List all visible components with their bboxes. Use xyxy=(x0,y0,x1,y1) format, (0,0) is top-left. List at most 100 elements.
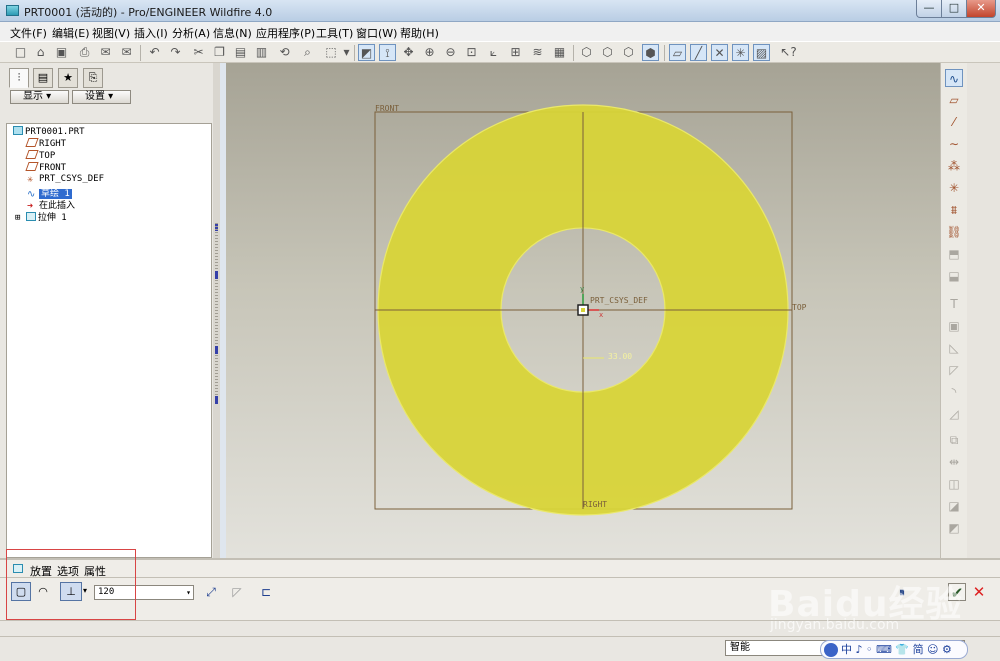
analysis-feature-icon[interactable]: ⩩ xyxy=(945,201,963,219)
warp-tool-icon[interactable]: ◩ xyxy=(945,519,963,537)
find-icon[interactable]: ⌕ xyxy=(299,44,316,61)
redo-icon[interactable]: ↷ xyxy=(167,44,184,61)
csys-toggle-icon[interactable]: ✳ xyxy=(732,44,749,61)
hidden-line-icon[interactable]: ⬡ xyxy=(599,44,616,61)
connections-tab[interactable]: ⎘ xyxy=(83,68,103,88)
rib-tool-icon[interactable]: ◺ xyxy=(945,339,963,357)
datum-axes-toggle-icon[interactable]: ╱ xyxy=(690,44,707,61)
refit-icon[interactable]: ⊡ xyxy=(463,44,480,61)
context-help-icon[interactable]: ↖? xyxy=(780,44,797,61)
new-file-icon[interactable]: □ xyxy=(12,44,29,61)
menu-info[interactable]: 信息(N) xyxy=(213,25,252,41)
shading-icon[interactable]: ⬢ xyxy=(642,44,659,61)
orient-sketch-icon[interactable]: ⟟ xyxy=(379,44,396,61)
csys-tool-icon[interactable]: ✳ xyxy=(945,179,963,197)
csys-y-label: y xyxy=(580,285,585,293)
zoom-out-icon[interactable]: ⊖ xyxy=(442,44,459,61)
expand-icon[interactable]: ⊞ xyxy=(15,213,20,223)
merge-tool-icon[interactable]: ◫ xyxy=(945,475,963,493)
view-manager-icon[interactable]: ▦ xyxy=(551,44,568,61)
selection-dropdown-icon[interactable]: ▾ xyxy=(342,44,351,61)
datum-planes-toggle-icon[interactable]: ▱ xyxy=(669,44,686,61)
reorient-icon[interactable]: ⟀ xyxy=(485,44,502,61)
settings-button[interactable]: 设置 ▾ xyxy=(72,90,131,104)
regenerate-icon[interactable]: ⟲ xyxy=(276,44,293,61)
menu-help[interactable]: 帮助(H) xyxy=(400,25,439,41)
datum-plane-tool-icon[interactable]: ▱ xyxy=(945,91,963,109)
shell-tool-icon[interactable]: ▣ xyxy=(945,317,963,335)
trim-tool-icon[interactable]: ◪ xyxy=(945,497,963,515)
menu-analysis[interactable]: 分析(A) xyxy=(172,25,210,41)
selection-box-icon[interactable]: ⬚ xyxy=(320,44,342,61)
layers-icon[interactable]: ≋ xyxy=(529,44,546,61)
extrude-tool-icon[interactable]: ⬒ xyxy=(945,245,963,263)
round-tool-icon[interactable]: ◝ xyxy=(945,383,963,401)
tree-item-sketch[interactable]: ∿ 草绘 1 xyxy=(27,186,72,200)
revolve-tool-icon[interactable]: ⬓ xyxy=(945,267,963,285)
tree-item-front[interactable]: FRONT xyxy=(25,162,66,174)
datum-axis-tool-icon[interactable]: ⁄ xyxy=(945,113,963,131)
paste-icon[interactable]: ▤ xyxy=(232,44,249,61)
datum-curve-tool-icon[interactable]: ∼ xyxy=(945,135,963,153)
folder-browser-tab[interactable]: ▤ xyxy=(33,68,53,88)
depth-dropdown-icon[interactable]: ▾ xyxy=(186,586,191,599)
paste-special-icon[interactable]: ▥ xyxy=(253,44,270,61)
front-plane-label: FRONT xyxy=(375,104,400,113)
model-tree-tab[interactable]: ⫶ xyxy=(9,68,29,88)
sketch-tool-icon[interactable]: ∿ xyxy=(945,69,963,87)
email-link-icon[interactable]: ✉ xyxy=(118,44,135,61)
print-icon[interactable]: ⎙ xyxy=(76,44,93,61)
sketch-toggle-icon[interactable]: ◩ xyxy=(358,44,375,61)
save-icon[interactable]: ▣ xyxy=(53,44,70,61)
datum-points-toggle-icon[interactable]: ✕ xyxy=(711,44,728,61)
panel-splitter[interactable] xyxy=(213,63,220,558)
graphics-window[interactable]: FRONT TOP RIGHT PRT_CSYS_DEF y x 33.00 xyxy=(226,63,940,558)
radius-dimension[interactable]: 33.00 xyxy=(608,352,632,361)
menu-applications[interactable]: 应用程序(P) xyxy=(256,25,315,41)
undo-icon[interactable]: ↶ xyxy=(146,44,163,61)
mirror-tool-icon[interactable]: ⇹ xyxy=(945,453,963,471)
email-icon[interactable]: ✉ xyxy=(97,44,114,61)
close-button[interactable]: ✕ xyxy=(966,0,996,18)
annotations-toggle-icon[interactable]: ▨ xyxy=(753,44,770,61)
remove-material-icon[interactable]: ◸ xyxy=(229,585,245,600)
tree-item-insert-here[interactable]: ➜ 在此插入 xyxy=(27,198,75,212)
chamfer-tool-icon[interactable]: ◿ xyxy=(945,405,963,423)
hole-tool-icon[interactable]: T xyxy=(945,295,963,313)
saved-views-icon[interactable]: ⊞ xyxy=(507,44,524,61)
datum-plane-icon xyxy=(25,162,39,171)
ime-toolbar[interactable]: 中 ♪ ◦ ⌨ 👕 简 ☺ ⚙ xyxy=(820,640,968,659)
thicken-sketch-icon[interactable]: ⊏ xyxy=(258,585,274,600)
flip-direction-icon[interactable]: ⤢ xyxy=(203,585,219,600)
display-button[interactable]: 显示 ▾ xyxy=(10,90,69,104)
right-panel-strip xyxy=(967,63,1000,558)
maximize-button[interactable]: □ xyxy=(941,0,967,18)
tree-item-extrude[interactable]: ⊞ 拉伸 1 xyxy=(15,210,67,223)
cut-icon[interactable]: ✂ xyxy=(190,44,207,61)
menu-edit[interactable]: 编辑(E) xyxy=(52,25,90,41)
minimize-button[interactable]: — xyxy=(916,0,942,18)
menu-window[interactable]: 窗口(W) xyxy=(356,25,397,41)
menu-view[interactable]: 视图(V) xyxy=(92,25,130,41)
tree-item-right[interactable]: RIGHT xyxy=(25,138,66,150)
menu-file[interactable]: 文件(F) xyxy=(10,25,47,41)
tree-item-csys[interactable]: ✳ PRT_CSYS_DEF xyxy=(27,174,104,186)
cancel-button[interactable]: ✕ xyxy=(970,583,988,601)
copy-icon[interactable]: ❐ xyxy=(211,44,228,61)
wireframe-icon[interactable]: ⬡ xyxy=(578,44,595,61)
tree-item-part[interactable]: PRT0001.PRT xyxy=(13,126,85,138)
tree-item-top[interactable]: TOP xyxy=(25,150,55,162)
watermark-url: jingyan.baidu.com xyxy=(770,617,900,633)
zoom-in-icon[interactable]: ⊕ xyxy=(421,44,438,61)
pattern-tool-icon[interactable]: ⧉ xyxy=(945,431,963,449)
open-file-icon[interactable]: ⌂ xyxy=(32,44,49,61)
spin-center-icon[interactable]: ✥ xyxy=(400,44,417,61)
menu-insert[interactable]: 插入(I) xyxy=(134,25,168,41)
draft-tool-icon[interactable]: ◸ xyxy=(945,361,963,379)
datum-point-tool-icon[interactable]: ⁂ xyxy=(945,157,963,175)
favorites-tab[interactable]: ★ xyxy=(58,68,78,88)
menu-tools[interactable]: 工具(T) xyxy=(316,25,353,41)
placement-tool-icon[interactable]: ⛓ xyxy=(945,223,963,241)
csys-x-label: x xyxy=(599,311,604,319)
no-hidden-icon[interactable]: ⬡ xyxy=(620,44,637,61)
